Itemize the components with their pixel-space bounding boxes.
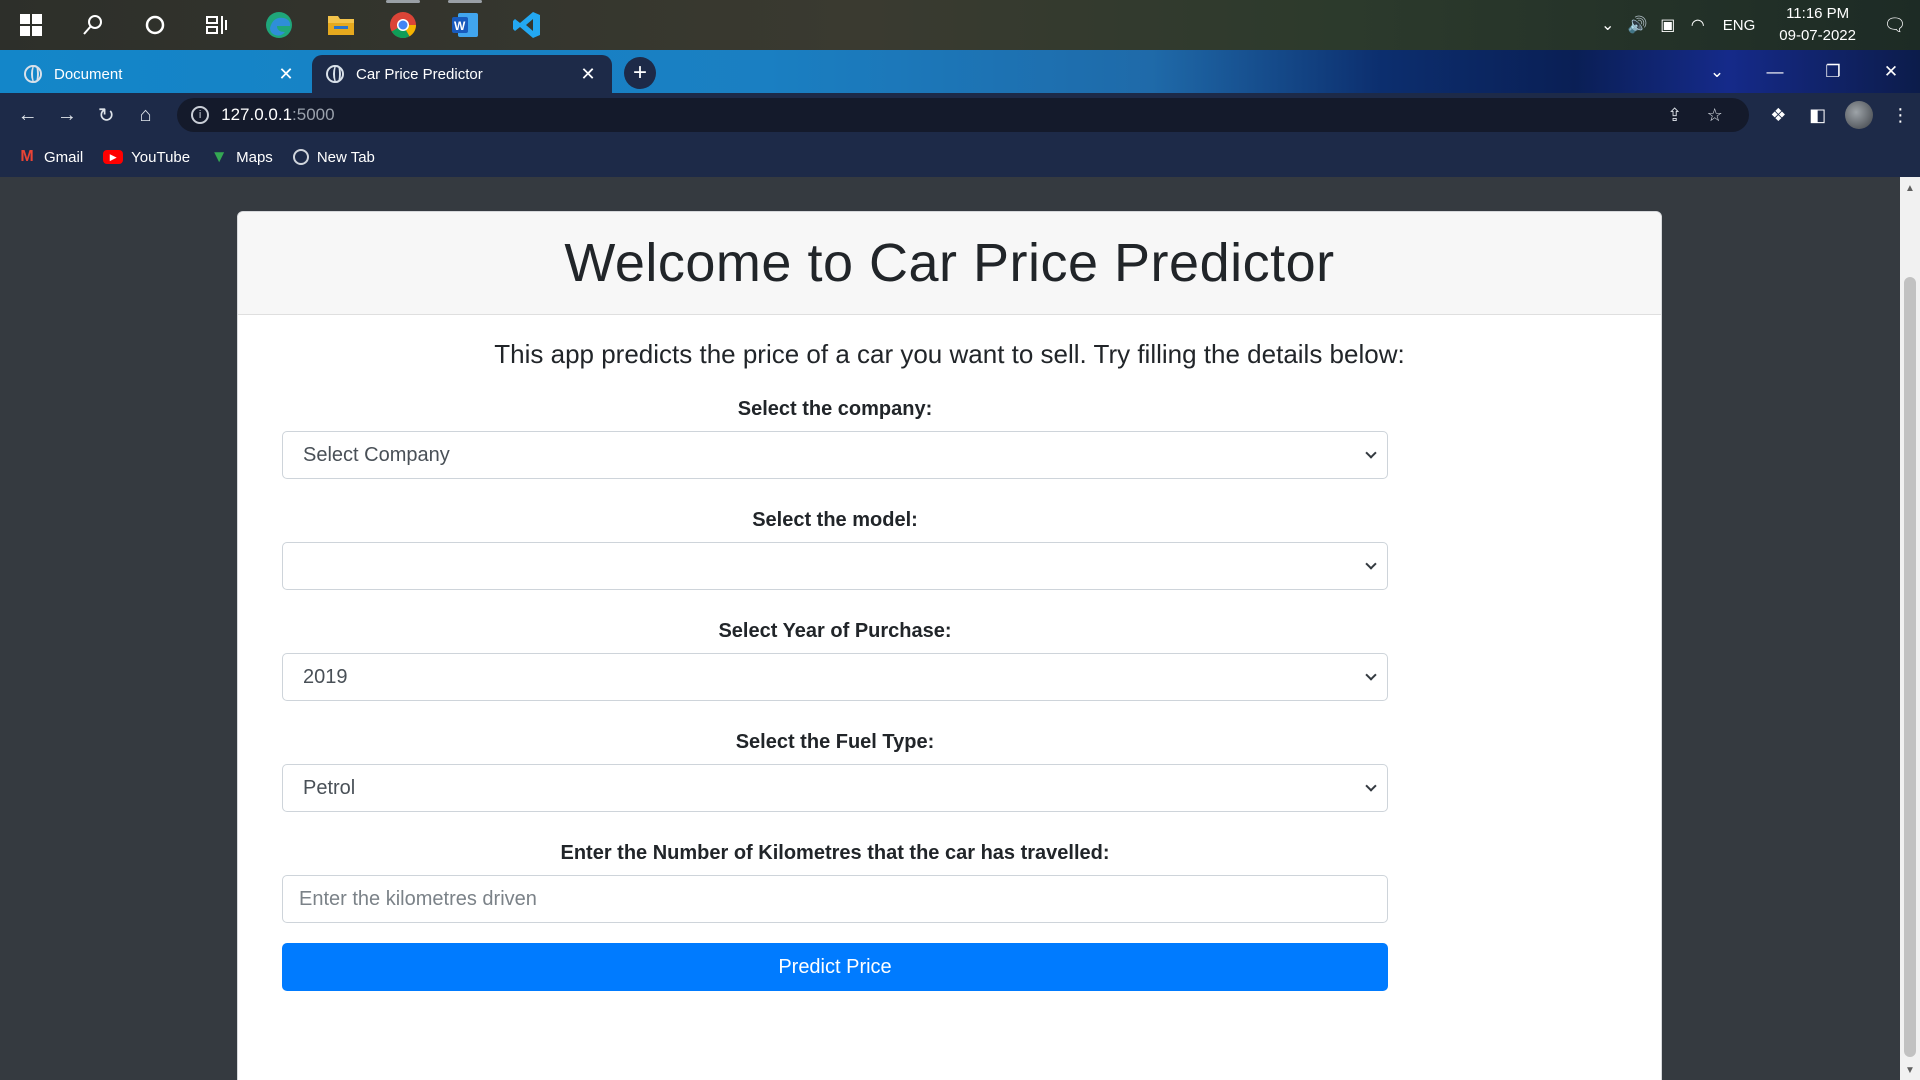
chevron-down-icon	[1365, 669, 1377, 681]
windows-taskbar: W ⌄ 🔊 ▣ ◠ ENG 11:16 PM 09-07-2022 🗨	[0, 0, 1920, 50]
battery-icon[interactable]: ▣	[1653, 15, 1683, 35]
close-icon[interactable]: ✕	[578, 64, 598, 85]
share-icon[interactable]: ⇪	[1655, 105, 1695, 126]
address-bar[interactable]: i 127.0.0.1:5000 ⇪ ☆	[177, 98, 1749, 132]
scroll-thumb[interactable]	[1904, 277, 1916, 1057]
year-label: Select Year of Purchase:	[718, 620, 952, 642]
predict-price-button[interactable]: Predict Price	[282, 943, 1388, 991]
home-icon[interactable]: ⌂	[126, 104, 165, 127]
prediction-form: Select the company: Select Company Selec…	[282, 397, 1388, 991]
language-indicator[interactable]: ENG	[1713, 17, 1766, 34]
tab-title: Car Price Predictor	[356, 65, 483, 83]
edge-icon[interactable]	[248, 0, 310, 50]
page-viewport: Welcome to Car Price Predictor This app …	[0, 177, 1900, 1080]
fuel-select-value: Petrol	[303, 776, 356, 799]
clock-time: 11:16 PM	[1786, 5, 1850, 22]
bookmark-maps[interactable]: ▼ Maps	[210, 147, 273, 166]
bookmark-star-icon[interactable]: ☆	[1695, 105, 1735, 126]
bookmark-label: New Tab	[316, 148, 375, 166]
company-select[interactable]: Select Company	[282, 431, 1388, 479]
profile-avatar[interactable]	[1845, 101, 1873, 129]
maps-pin-icon: ▼	[210, 147, 228, 166]
search-icon[interactable]	[62, 0, 124, 50]
bookmark-label: YouTube	[131, 148, 191, 166]
side-panel-icon[interactable]: ◧	[1798, 105, 1837, 126]
fuel-select[interactable]: Petrol	[282, 764, 1388, 812]
chevron-down-icon	[1365, 558, 1377, 570]
tab-car-price-predictor[interactable]: Car Price Predictor ✕	[312, 55, 612, 93]
site-info-icon[interactable]: i	[191, 106, 210, 124]
kilometres-label: Enter the Number of Kilometres that the …	[560, 842, 1110, 864]
svg-text:W: W	[454, 19, 466, 33]
close-icon[interactable]: ✕	[276, 64, 296, 85]
page-scrollbar[interactable]: ▲ ▼	[1900, 177, 1920, 1080]
bookmarks-bar: M Gmail ▶ YouTube ▼ Maps New Tab	[0, 137, 1920, 177]
chrome-icon[interactable]	[372, 0, 434, 50]
card-header: Welcome to Car Price Predictor	[238, 212, 1661, 315]
window-close-icon[interactable]: ✕	[1862, 62, 1920, 82]
clock[interactable]: 11:16 PM 09-07-2022	[1765, 3, 1870, 47]
vscode-icon[interactable]	[496, 0, 558, 50]
globe-icon	[24, 65, 42, 83]
youtube-icon: ▶	[103, 150, 124, 164]
notification-icon[interactable]: 🗨	[1870, 15, 1920, 36]
page-title: Welcome to Car Price Predictor	[564, 233, 1335, 293]
new-tab-button[interactable]: +	[624, 57, 656, 89]
url-port: :5000	[292, 105, 335, 124]
cortana-icon[interactable]	[124, 0, 186, 50]
bookmark-label: Gmail	[44, 148, 84, 166]
minimize-icon[interactable]: —	[1746, 62, 1804, 82]
year-select-value: 2019	[303, 665, 348, 688]
tab-document[interactable]: Document ✕	[10, 55, 310, 93]
browser-toolbar: ← → ↻ ⌂ i 127.0.0.1:5000 ⇪ ☆ ❖ ◧ ⋮	[0, 93, 1920, 137]
scroll-up-icon[interactable]: ▲	[1905, 183, 1915, 194]
browser-tab-strip: Document ✕ Car Price Predictor ✕ + ⌄ — ❐…	[0, 50, 1920, 93]
page-description: This app predicts the price of a car you…	[494, 339, 1405, 369]
chevron-down-icon	[1365, 780, 1377, 792]
gmail-icon: M	[20, 148, 34, 165]
menu-icon[interactable]: ⋮	[1881, 105, 1920, 126]
company-select-value: Select Company	[303, 443, 450, 466]
url-host: 127.0.0.1	[221, 105, 293, 124]
globe-icon	[292, 149, 309, 165]
back-icon[interactable]: ←	[8, 104, 47, 127]
year-select[interactable]: 2019	[282, 653, 1388, 701]
extensions-icon[interactable]: ❖	[1759, 105, 1798, 126]
reload-icon[interactable]: ↻	[87, 103, 126, 128]
bookmark-label: Maps	[236, 148, 273, 166]
windows-start-icon[interactable]	[0, 0, 62, 50]
tab-search-icon[interactable]: ⌄	[1688, 62, 1746, 82]
forward-icon[interactable]: →	[47, 104, 86, 127]
tab-title: Document	[54, 65, 123, 83]
scroll-down-icon[interactable]: ▼	[1905, 1065, 1915, 1076]
word-icon[interactable]: W	[434, 0, 496, 50]
model-label: Select the model:	[752, 509, 918, 531]
clock-date: 09-07-2022	[1779, 27, 1856, 44]
wifi-icon[interactable]: ◠	[1683, 15, 1713, 35]
bookmark-new-tab[interactable]: New Tab	[292, 148, 375, 166]
kilometres-input[interactable]: Enter the kilometres driven	[282, 875, 1388, 923]
file-explorer-icon[interactable]	[310, 0, 372, 50]
company-label: Select the company:	[737, 398, 933, 420]
restore-icon[interactable]: ❐	[1804, 62, 1862, 82]
predictor-card: Welcome to Car Price Predictor This app …	[237, 211, 1662, 1080]
bookmark-youtube[interactable]: ▶ YouTube	[103, 149, 190, 166]
globe-icon	[326, 65, 344, 83]
task-view-icon[interactable]	[186, 0, 248, 50]
volume-icon[interactable]: 🔊	[1623, 15, 1653, 35]
chevron-up-icon[interactable]: ⌄	[1593, 15, 1623, 35]
fuel-label: Select the Fuel Type:	[735, 731, 935, 753]
kilometres-placeholder: Enter the kilometres driven	[299, 887, 537, 910]
bookmark-gmail[interactable]: M Gmail	[18, 148, 83, 166]
model-select[interactable]	[282, 542, 1388, 590]
chevron-down-icon	[1365, 447, 1377, 459]
